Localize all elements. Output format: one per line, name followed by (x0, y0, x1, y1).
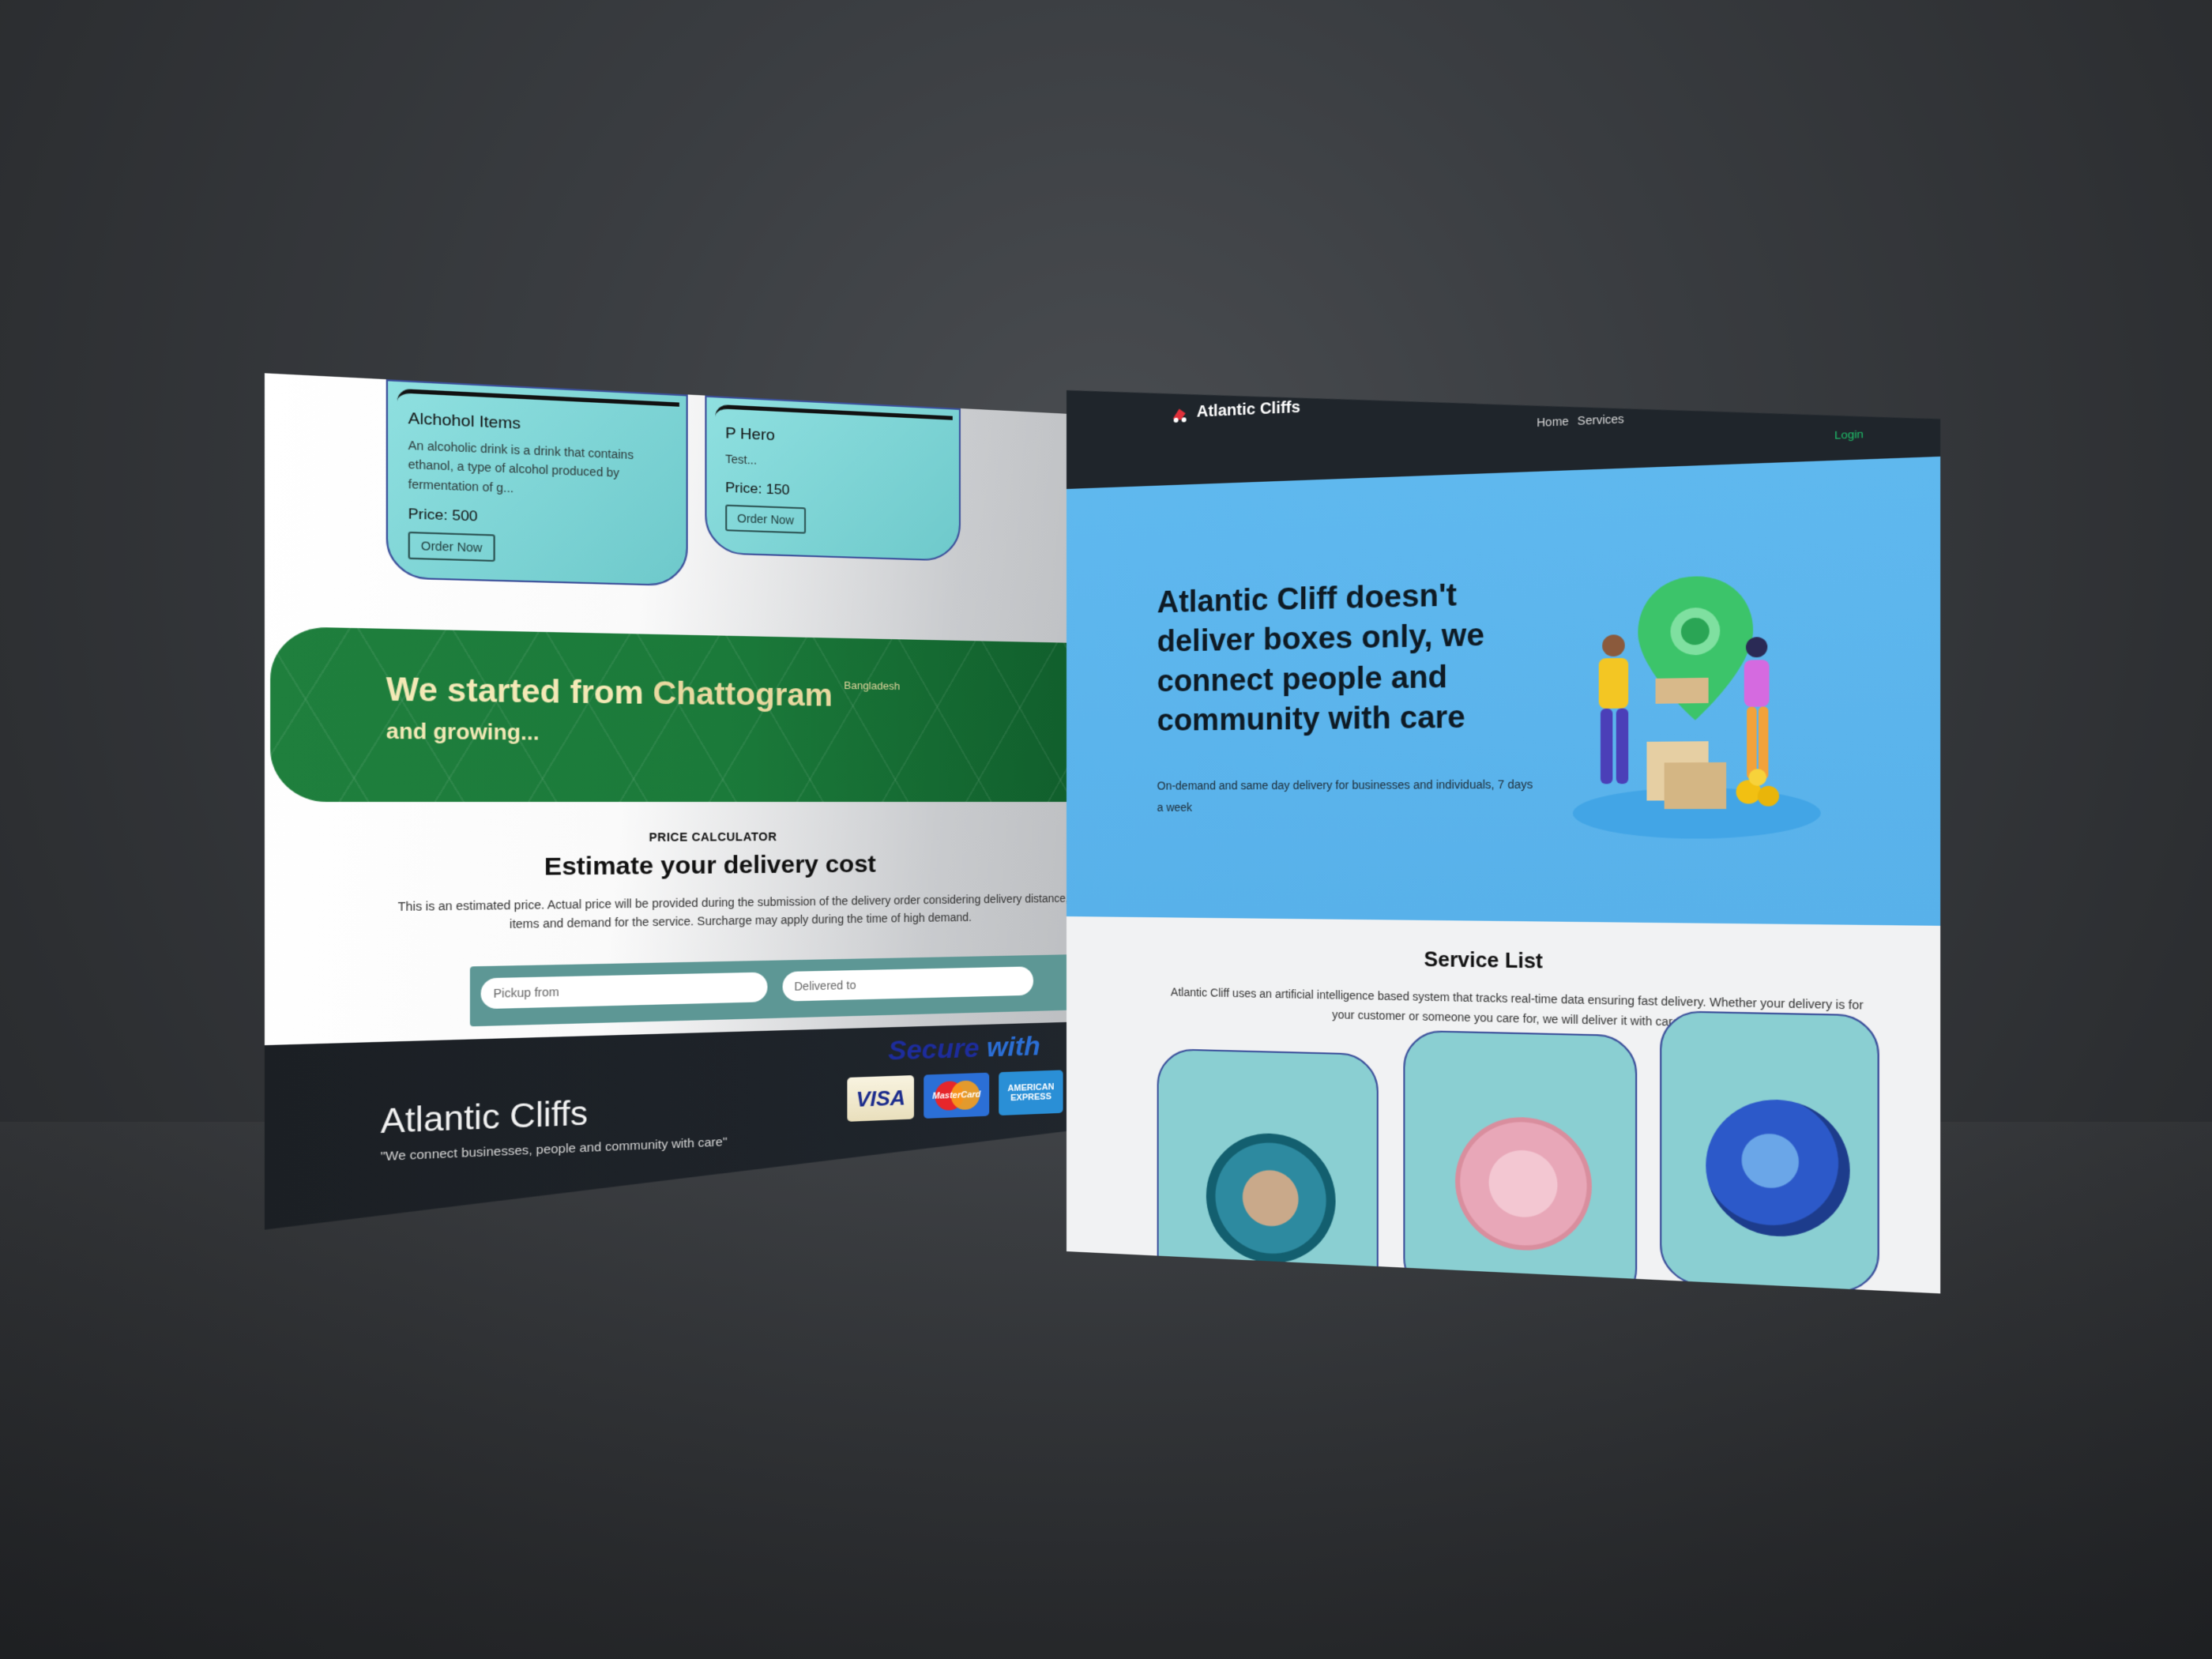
banner-city: Chattogram (653, 675, 833, 713)
nav-brand[interactable]: Atlantic Cliffs (1197, 398, 1300, 421)
login-link[interactable]: Login (1834, 427, 1864, 442)
banner-subtitle: and growing... (386, 719, 540, 745)
right-screen: Atlantic Cliff doesn't deliver boxes onl… (1066, 348, 1940, 1294)
order-now-button[interactable]: Order Now (725, 505, 806, 534)
card-price: Price: 150 (725, 480, 790, 498)
footer-brand: Atlantic Cliffs (380, 1095, 589, 1141)
delivery-illustration (1564, 555, 1848, 848)
amex-icon: AMERICAN EXPRESS (999, 1070, 1063, 1115)
banner-country: Bangladesh (844, 679, 901, 693)
card-description: An alcoholic drink is a drink that conta… (408, 438, 634, 495)
service-card[interactable] (1660, 1010, 1879, 1293)
nav-services-link[interactable]: Services (1578, 412, 1624, 427)
gift-image (1455, 1115, 1592, 1254)
package-image (1706, 1097, 1849, 1239)
mockup-stage: Alchohol Items An alcoholic drink is a d… (0, 0, 2212, 1659)
card-description: Test... (725, 452, 758, 467)
service-card[interactable] (1157, 1048, 1379, 1294)
payment-methods: VISA MasterCard AMERICAN EXPRESS (847, 1070, 1063, 1121)
order-now-button[interactable]: Order Now (408, 532, 495, 562)
mastercard-icon: MasterCard (924, 1073, 989, 1119)
product-card: P Hero Test... Price: 150 Order Now (705, 396, 961, 562)
card-title: Alchohol Items (408, 409, 521, 434)
pickup-input[interactable]: Pickup from (481, 972, 768, 1009)
nav-home-link[interactable]: Home (1537, 415, 1569, 430)
services-title: Service List (1424, 948, 1543, 973)
food-image (1206, 1131, 1336, 1266)
hero-subtitle: On-demand and same day delivery for busi… (1157, 777, 1533, 814)
left-screen: Alchohol Items An alcoholic drink is a d… (265, 373, 1117, 1229)
card-price: Price: 500 (408, 506, 478, 525)
banner-title: We started from Chattogram (386, 672, 833, 714)
truck-logo-icon (1170, 402, 1192, 426)
secure-word: Secure (888, 1033, 980, 1066)
product-card: Alchohol Items An alcoholic drink is a d… (386, 379, 688, 586)
growth-banner: We started from Chattogram Bangladesh an… (270, 626, 1117, 802)
hero-title: Atlantic Cliff doesn't deliver boxes onl… (1157, 578, 1484, 739)
with-word: with (987, 1030, 1040, 1063)
nav-links: Home Services (1537, 412, 1624, 430)
secure-with-label: Secure with (888, 1031, 1040, 1067)
mastercard-label: MasterCard (932, 1089, 981, 1101)
card-title: P Hero (725, 424, 775, 445)
visa-icon: VISA (847, 1075, 914, 1122)
delivered-input[interactable]: Delivered to (783, 966, 1033, 1001)
banner-title-prefix: We started from (386, 672, 644, 712)
service-card[interactable] (1403, 1030, 1637, 1294)
